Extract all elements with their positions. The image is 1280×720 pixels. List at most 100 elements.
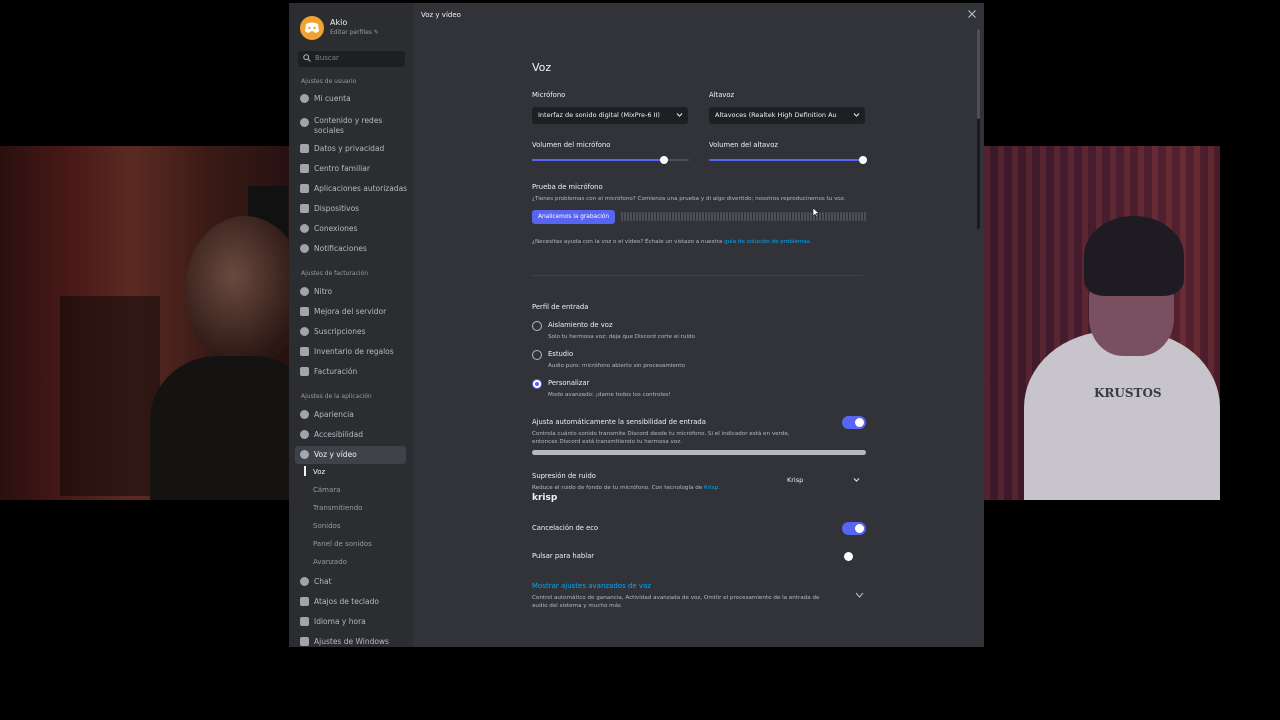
mic-test-button[interactable]: Analicemos la grabación <box>532 210 616 224</box>
meter-bar <box>771 212 773 221</box>
windows-icon <box>300 637 309 646</box>
meter-bar <box>768 212 770 221</box>
sidebar-item-content-social[interactable]: Contenido y redes sociales <box>295 114 406 140</box>
sidebar-item-label: Voz y vídeo <box>314 450 357 459</box>
sidebar-item-gift-inventory[interactable]: Inventario de regalos <box>295 343 406 361</box>
sidebar-item-language-time[interactable]: Idioma y hora <box>295 613 406 631</box>
chat-icon <box>300 577 309 586</box>
webcam-feed-left <box>0 146 300 500</box>
sidebar-item-family-center[interactable]: Centro familiar <box>295 160 406 178</box>
subitem-camera[interactable]: Cámara <box>313 486 340 494</box>
sidebar-item-notifications[interactable]: Notificaciones <box>295 240 406 258</box>
krisp-logo: krisp <box>532 493 558 503</box>
close-icon[interactable] <box>967 9 977 19</box>
auto-sensitivity-desc-1: Controla cuánto sonido transmite Discord… <box>532 431 790 437</box>
meter-bar <box>789 212 791 221</box>
search-input[interactable]: Buscar <box>315 54 339 62</box>
sidebar-item-label: Apariencia <box>314 410 354 419</box>
sidebar-item-devices[interactable]: Dispositivos <box>295 200 406 218</box>
slider-knob[interactable] <box>859 156 867 164</box>
meter-bar <box>762 212 764 221</box>
meter-bar <box>666 212 668 221</box>
profile-card[interactable]: Akio Editar perfiles ✎ <box>300 16 410 42</box>
person-cap <box>1084 216 1184 296</box>
radio-voice-isolation[interactable] <box>532 321 542 331</box>
scrollbar-thumb[interactable] <box>977 29 980 119</box>
sidebar-item-subscriptions[interactable]: Suscripciones <box>295 323 406 341</box>
mic-volume-label: Volumen del micrófono <box>532 141 611 149</box>
meter-bar <box>780 212 782 221</box>
sidebar-item-windows-settings[interactable]: Ajustes de Windows <box>295 633 406 647</box>
meter-bar <box>705 212 707 221</box>
speaker-volume-slider[interactable] <box>709 156 867 164</box>
meter-bar <box>717 212 719 221</box>
meter-bar <box>861 212 863 221</box>
meter-bar <box>846 212 848 221</box>
meter-bar <box>756 212 758 221</box>
sidebar-item-connections[interactable]: Conexiones <box>295 220 406 238</box>
meter-bar <box>801 212 803 221</box>
chevron-down-icon[interactable] <box>855 592 864 598</box>
subitem-streaming[interactable]: Transmitiendo <box>313 504 362 512</box>
sidebar-item-chat[interactable]: Chat <box>295 573 406 591</box>
sidebar-item-nitro[interactable]: Nitro <box>295 283 406 301</box>
radio-custom[interactable] <box>532 379 542 389</box>
sensitivity-indicator-bar <box>532 450 866 455</box>
meter-bar <box>765 212 767 221</box>
sidebar-item-my-account[interactable]: Mi cuenta <box>295 90 406 108</box>
sidebar-item-authorized-apps[interactable]: Aplicaciones autorizadas <box>295 180 407 198</box>
sidebar-item-accessibility[interactable]: Accesibilidad <box>295 426 406 444</box>
noise-desc-body: Reduce el ruido de fondo de tu micrófono… <box>532 485 703 491</box>
slider-knob[interactable] <box>659 156 668 164</box>
sidebar-item-voice-video[interactable]: Voz y vídeo <box>295 446 406 464</box>
meter-bar <box>714 212 716 221</box>
mic-label: Micrófono <box>532 91 566 99</box>
mic-volume-slider[interactable] <box>532 156 689 164</box>
auto-sensitivity-toggle[interactable] <box>842 416 866 429</box>
hoodie-print: KRUSTOS <box>1094 386 1162 400</box>
sidebar-item-server-boost[interactable]: Mejora del servidor <box>295 303 406 321</box>
slider-fill <box>709 159 863 161</box>
subitem-advanced[interactable]: Avanzado <box>313 558 347 566</box>
push-to-talk-label: Pulsar para hablar <box>532 552 595 560</box>
meter-bar <box>858 212 860 221</box>
sidebar-item-appearance[interactable]: Apariencia <box>295 406 406 424</box>
meter-bar <box>786 212 788 221</box>
edit-profiles-link[interactable]: Editar perfiles ✎ <box>330 29 379 36</box>
chevron-down-icon <box>676 113 683 117</box>
help-text-body: ¿Necesitas ayuda con la voz o el vídeo? … <box>532 239 723 245</box>
option-label: Personalizar <box>548 379 590 387</box>
option-description: Audio puro: micrófono abierto sin proces… <box>548 363 685 369</box>
microphone-icon <box>300 450 309 459</box>
radio-studio[interactable] <box>532 350 542 360</box>
mic-select[interactable]: Interfaz de sonido digital (MixPre-6 II) <box>532 107 688 124</box>
meter-bar <box>795 212 797 221</box>
meter-bar <box>819 212 821 221</box>
keyboard-icon <box>300 597 309 606</box>
content-icon <box>300 118 309 127</box>
sidebar-item-keybinds[interactable]: Atajos de teclado <box>295 593 406 611</box>
sidebar-item-billing[interactable]: Facturación <box>295 363 406 381</box>
sidebar-item-data-privacy[interactable]: Datos y privacidad <box>295 140 406 158</box>
meter-bar <box>843 212 845 221</box>
subitem-voice[interactable]: Voz <box>313 468 325 476</box>
subitem-sounds[interactable]: Sonidos <box>313 522 340 530</box>
search-box[interactable]: Buscar <box>298 51 405 67</box>
noise-suppression-desc: Reduce el ruido de fondo de tu micrófono… <box>532 484 720 492</box>
noise-suppression-select[interactable]: Krisp <box>781 472 865 489</box>
troubleshooting-link[interactable]: guía de solución de problemas. <box>724 239 811 245</box>
speaker-select[interactable]: Altavoces (Realtek High Definition Au <box>709 107 865 124</box>
input-profile-label: Perfil de entrada <box>532 303 589 311</box>
avatar[interactable] <box>300 16 324 40</box>
krisp-link[interactable]: Krisp. <box>704 485 720 491</box>
advanced-voice-settings-link[interactable]: Mostrar ajustes avanzados de voz <box>532 582 651 590</box>
boost-icon <box>300 307 309 316</box>
push-to-talk-toggle[interactable] <box>842 550 866 563</box>
echo-cancellation-toggle[interactable] <box>842 522 866 535</box>
subitem-soundboard[interactable]: Panel de sonidos <box>313 540 372 548</box>
sidebar-item-label: Chat <box>314 577 332 586</box>
speaker-label: Altavoz <box>709 91 735 99</box>
accessibility-icon <box>300 430 309 439</box>
section-header-user: Ajustes de usuario <box>301 78 357 85</box>
sidebar-item-label: Mejora del servidor <box>314 307 387 316</box>
